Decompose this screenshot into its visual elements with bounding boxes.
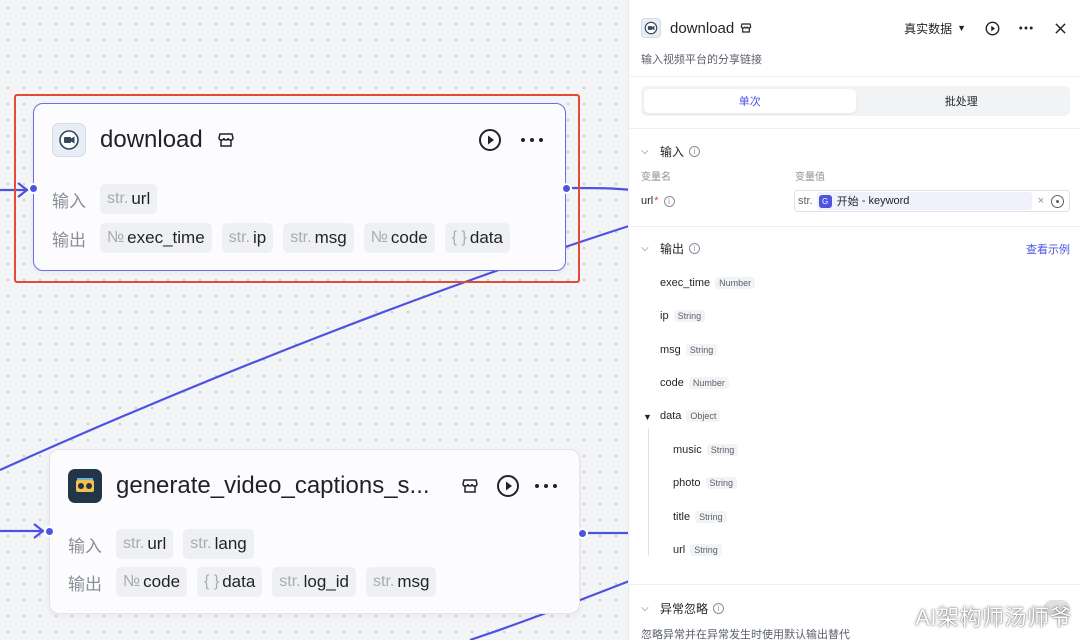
close-icon[interactable]	[1052, 20, 1068, 36]
output-label: 输出	[52, 230, 86, 250]
output-section-header[interactable]: ⌵ 输出 i	[641, 240, 701, 257]
edge-download-out[interactable]	[571, 186, 633, 192]
node-output-row: 输出 № code { } data str. log_id str. msg	[68, 567, 446, 597]
run-icon[interactable]	[477, 127, 503, 153]
workflow-canvas[interactable]: download 输入 str. url 输出 № exec_time str. ip…	[0, 0, 633, 640]
input-chip: str. url	[100, 184, 158, 214]
output-chip: str. msg	[283, 223, 354, 253]
divider	[629, 226, 1080, 227]
output-item: data Object	[660, 410, 721, 422]
node-header: download	[52, 122, 545, 158]
input-port[interactable]	[44, 526, 55, 537]
error-section-description: 忽略异常并在异常发生时使用默认输出替代	[641, 629, 850, 640]
chevron-down-icon: ⌵	[641, 146, 649, 157]
store-icon[interactable]	[738, 15, 754, 41]
info-icon[interactable]: i	[689, 243, 701, 254]
node-title: download	[100, 126, 203, 153]
node-input-row: 输入 str. url str. lang	[68, 529, 264, 559]
input-chip: str. url	[116, 529, 174, 559]
output-chip: { } data	[197, 567, 263, 597]
input-section-title: 输入	[660, 145, 685, 159]
output-child-item: title String	[673, 511, 727, 523]
output-item: code Number	[660, 377, 729, 389]
view-example-link[interactable]: 查看示例	[1026, 241, 1070, 257]
param-url-label: url * i	[641, 195, 675, 207]
node-title: generate_video_captions_s...	[116, 472, 430, 499]
chevron-down-icon: ⌵	[641, 603, 649, 614]
video-plugin-icon	[641, 18, 661, 38]
node-header: generate_video_captions_s...	[68, 468, 559, 504]
target-icon[interactable]	[1051, 194, 1064, 208]
data-mode-label: 真实数据	[904, 21, 953, 36]
tree-guide-line	[648, 428, 649, 556]
run-icon[interactable]	[984, 20, 1000, 36]
caret-down-icon[interactable]: ▼	[643, 412, 652, 422]
input-section-header[interactable]: ⌵ 输入 i	[641, 143, 701, 160]
store-icon[interactable]	[457, 473, 483, 499]
caret-down-icon: ▼	[957, 23, 966, 33]
divider	[629, 76, 1080, 77]
variable-reference[interactable]: G 开始 - keyword	[816, 192, 1032, 210]
panel-description: 输入视频平台的分享链接	[641, 54, 762, 66]
watermark: AI架构师汤师爷	[915, 605, 1072, 630]
output-item: exec_time Number	[660, 277, 756, 289]
film-plugin-icon	[68, 469, 102, 503]
run-mode-tabs: 单次 批处理	[641, 86, 1070, 116]
ref-node-name: 开始	[836, 196, 859, 208]
divider	[629, 584, 1080, 585]
type-label: str.	[798, 195, 813, 207]
divider	[629, 128, 1080, 129]
output-child-item: photo String	[673, 477, 738, 489]
col-var-value: 变量值	[795, 172, 825, 183]
node-output-row: 输出 № exec_time str. ip str. msg № code { } da…	[52, 223, 520, 253]
error-section-header[interactable]: ⌵ 异常忽略 i	[641, 600, 725, 617]
output-child-item: music String	[673, 444, 739, 456]
chevron-down-icon: ⌵	[641, 243, 649, 254]
output-port[interactable]	[577, 528, 588, 539]
panel-header: download 真实数据 ▼	[641, 14, 1068, 42]
url-value-selector[interactable]: str. G 开始 - keyword ×	[794, 190, 1070, 212]
output-section-title: 输出	[660, 242, 685, 256]
ref-separator: -	[858, 195, 869, 207]
tab-batch[interactable]: 批处理	[856, 89, 1068, 113]
output-item: msg String	[660, 344, 718, 356]
more-icon[interactable]	[533, 473, 559, 499]
data-mode-dropdown[interactable]: 真实数据 ▼	[904, 20, 966, 37]
more-icon[interactable]	[519, 127, 545, 153]
run-icon[interactable]	[495, 473, 521, 499]
col-var-name: 变量名	[641, 172, 671, 183]
input-label: 输入	[68, 536, 102, 556]
output-chip: № exec_time	[100, 223, 212, 253]
tab-single[interactable]: 单次	[644, 89, 856, 113]
output-chip: № code	[116, 567, 188, 597]
output-chip: str. msg	[366, 567, 437, 597]
node-download[interactable]: download 输入 str. url 输出 № exec_time str. ip…	[33, 103, 566, 271]
output-label: 输出	[68, 574, 102, 594]
info-icon[interactable]: i	[663, 195, 675, 207]
input-label: 输入	[52, 191, 86, 211]
info-icon[interactable]: i	[713, 603, 725, 614]
info-icon[interactable]: i	[689, 146, 701, 157]
output-chip: № code	[363, 223, 435, 253]
node-input-row: 输入 str. url	[52, 184, 167, 214]
output-chip: { } data	[444, 223, 510, 253]
clear-icon[interactable]: ×	[1038, 195, 1044, 207]
output-port[interactable]	[561, 183, 572, 194]
output-child-item: url String	[673, 544, 722, 556]
error-section-title: 异常忽略	[660, 602, 709, 616]
input-chip: str. lang	[183, 529, 254, 559]
node-generate-video-captions[interactable]: generate_video_captions_s... 输入 str. url …	[49, 449, 580, 614]
output-chip: str. ip	[221, 223, 274, 253]
output-item: ip String	[660, 310, 706, 322]
panel-title: download	[670, 19, 735, 37]
ref-variable-name: keyword	[868, 195, 910, 207]
store-icon[interactable]	[213, 127, 239, 153]
more-icon[interactable]	[1018, 20, 1034, 36]
input-port[interactable]	[28, 183, 39, 194]
output-chip: str. log_id	[272, 567, 356, 597]
video-plugin-icon	[52, 123, 86, 157]
start-node-icon: G	[818, 194, 832, 208]
